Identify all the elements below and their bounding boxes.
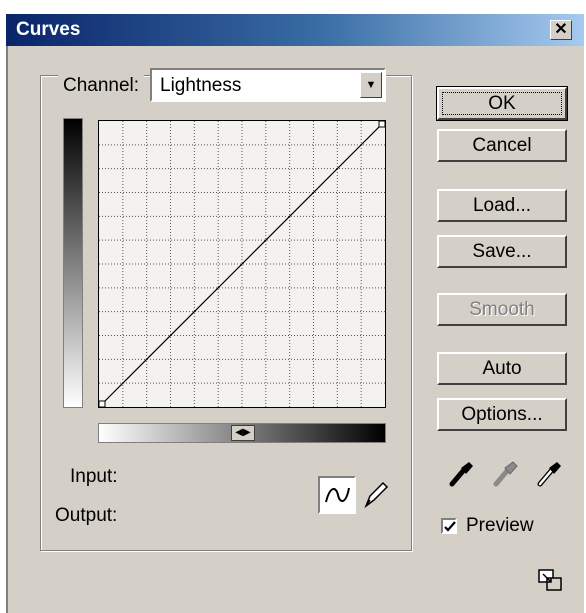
- save-button[interactable]: Save...: [437, 235, 567, 268]
- curve-tool-icon: [325, 487, 350, 503]
- cancel-button[interactable]: Cancel: [437, 129, 567, 162]
- resize-icon[interactable]: [537, 568, 563, 592]
- options-button[interactable]: Options...: [437, 398, 567, 431]
- preview-checkbox[interactable]: [441, 518, 457, 534]
- load-button[interactable]: Load...: [437, 189, 567, 222]
- channel-value: Lightness: [160, 75, 242, 96]
- chevron-down-icon[interactable]: ▼: [360, 72, 382, 98]
- input-label: Input:: [70, 466, 118, 487]
- auto-button[interactable]: Auto: [437, 352, 567, 385]
- curve-canvas[interactable]: [98, 120, 386, 408]
- curve-tool-button[interactable]: [318, 476, 356, 514]
- window-title: Curves: [16, 19, 81, 40]
- input-gradient-bar[interactable]: ◀▶: [98, 423, 386, 443]
- output-gradient-bar: [63, 118, 83, 408]
- output-label: Output:: [55, 505, 118, 526]
- curve-point[interactable]: [378, 120, 386, 128]
- smooth-button: Smooth: [437, 293, 567, 326]
- checkmark-icon: [444, 521, 456, 532]
- gradient-toggle-icon[interactable]: ◀▶: [231, 425, 255, 441]
- channel-label: Channel:: [58, 75, 145, 97]
- curve-graph[interactable]: [98, 120, 386, 408]
- white-eyedropper-icon[interactable]: [534, 458, 564, 490]
- channel-select[interactable]: Lightness ▼: [150, 68, 386, 102]
- pencil-tool-icon[interactable]: [362, 480, 390, 510]
- ok-button[interactable]: OK: [436, 86, 568, 121]
- black-eyedropper-icon[interactable]: [446, 458, 476, 490]
- close-icon: ✕: [554, 21, 568, 38]
- curve-point[interactable]: [98, 400, 106, 408]
- gray-eyedropper-icon[interactable]: [490, 458, 520, 490]
- close-button[interactable]: ✕: [550, 20, 572, 40]
- title-bar: Curves ✕: [6, 14, 584, 46]
- preview-label[interactable]: Preview: [466, 515, 534, 537]
